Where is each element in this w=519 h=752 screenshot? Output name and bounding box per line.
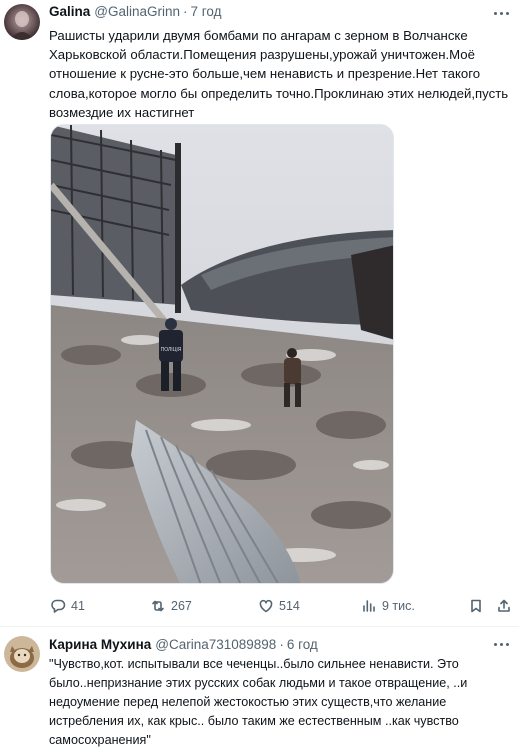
tweet-header: Galina @GalinaGrinn · 7 год <box>49 4 222 22</box>
tweet-text: "Чувство,кот. испытывали все чеченцы..бы… <box>49 657 471 747</box>
author-handle[interactable]: @GalinaGrinn <box>94 4 180 19</box>
repost-icon <box>152 600 164 612</box>
views-icon <box>363 600 375 612</box>
avatar-image <box>4 4 40 40</box>
like-icon <box>259 599 273 613</box>
like-count: 514 <box>279 599 300 613</box>
tweet[interactable]: Карина Мухина @Carina731089898 · 6 год "… <box>0 627 519 752</box>
more-icon[interactable] <box>491 6 511 20</box>
timestamp[interactable]: 7 год <box>191 4 222 19</box>
tweet-header: Карина Мухина @Carina731089898 · 6 год <box>49 637 318 655</box>
tweet-photo[interactable]: ПОЛІЦІЯ <box>50 124 394 584</box>
reply-count: 41 <box>71 599 85 613</box>
avatar-image <box>4 636 40 672</box>
avatar[interactable] <box>4 636 40 672</box>
reply-button[interactable]: 41 <box>50 596 85 616</box>
views-count: 9 тис. <box>382 599 415 613</box>
more-icon[interactable] <box>491 637 511 651</box>
tweet-text: Рашисты ударили двумя бомбами по ангарам… <box>49 28 512 120</box>
reply-icon <box>51 599 66 613</box>
share-icon <box>498 599 510 612</box>
author-name[interactable]: Карина Мухина <box>49 637 151 652</box>
repost-count: 267 <box>171 599 192 613</box>
separator: · <box>183 4 188 19</box>
bookmark-button[interactable] <box>468 596 484 616</box>
tweet-actions: 41 267 514 9 тис. <box>50 596 510 616</box>
timestamp[interactable]: 6 год <box>287 637 318 652</box>
author-name[interactable]: Galina <box>49 4 90 19</box>
views-button[interactable]: 9 тис. <box>361 596 415 616</box>
photo-destroyed-hangar: ПОЛІЦІЯ <box>51 125 393 583</box>
avatar[interactable] <box>4 4 40 40</box>
separator: · <box>279 637 284 652</box>
bookmark-icon <box>471 599 481 613</box>
repost-button[interactable]: 267 <box>150 596 192 616</box>
tweet[interactable]: Galina @GalinaGrinn · 7 год Рашисты удар… <box>0 0 519 626</box>
author-handle[interactable]: @Carina731089898 <box>155 637 276 652</box>
vest-label: ПОЛІЦІЯ <box>161 347 182 353</box>
share-button[interactable] <box>496 596 512 616</box>
like-button[interactable]: 514 <box>258 596 300 616</box>
